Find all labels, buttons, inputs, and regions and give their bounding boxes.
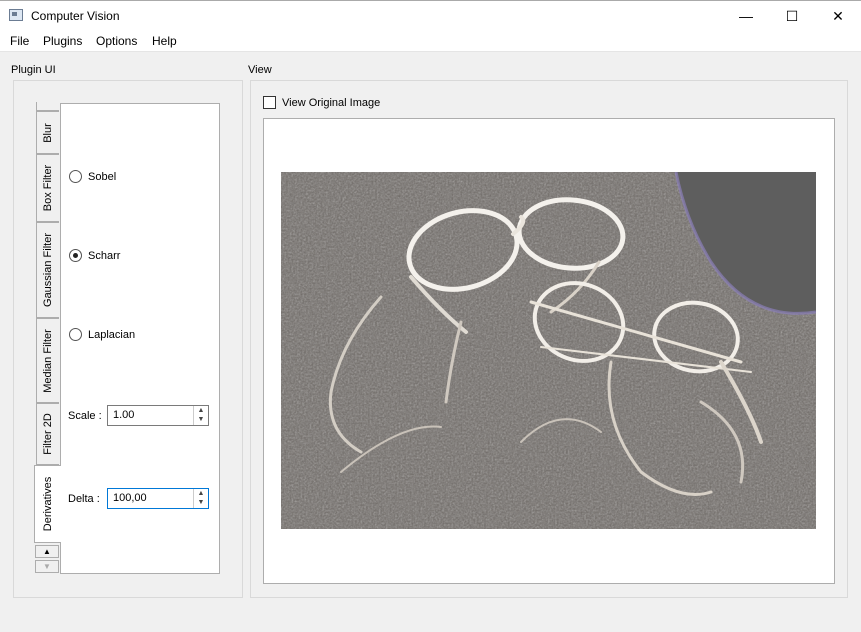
view-original-checkbox[interactable] [263, 96, 276, 109]
close-button[interactable]: ✕ [815, 1, 861, 31]
minimize-icon: — [739, 8, 753, 24]
maximize-button[interactable]: ☐ [769, 1, 815, 31]
processed-image [281, 172, 816, 529]
menu-bar: File Plugins Options Help [0, 31, 861, 52]
laplacian-radio[interactable] [69, 328, 82, 341]
tab-scroll-down-button[interactable]: ▼ [35, 560, 59, 573]
delta-value: 100,00 [113, 492, 147, 504]
sobel-label: Sobel [88, 171, 117, 183]
arrow-up-icon[interactable]: ▲ [194, 489, 208, 498]
plugin-ui-label: Plugin UI [11, 64, 56, 76]
laplacian-label: Laplacian [88, 329, 136, 341]
title-bar: Computer Vision — ☐ ✕ [0, 0, 861, 31]
app-icon [9, 9, 23, 21]
scharr-radio[interactable] [69, 249, 82, 262]
arrow-up-icon: ▲ [43, 547, 51, 556]
window-title: Computer Vision [31, 9, 120, 23]
delta-label: Delta : [68, 493, 100, 505]
close-icon: ✕ [832, 7, 844, 24]
scale-value: 1.00 [113, 409, 135, 421]
delta-stepper[interactable]: ▲ ▼ [193, 489, 208, 508]
tab-box-filter[interactable]: Box Filter [36, 154, 59, 222]
menu-plugins[interactable]: Plugins [43, 34, 82, 48]
tab-blur[interactable]: Blur [36, 111, 59, 154]
tab-filter-2d[interactable]: Filter 2D [36, 403, 59, 465]
view-original-label[interactable]: View Original Image [282, 97, 380, 109]
sobel-radio[interactable] [69, 170, 82, 183]
scale-stepper[interactable]: ▲ ▼ [193, 406, 208, 425]
tab-median-filter[interactable]: Median Filter [36, 318, 59, 403]
embossed-glasses-image [281, 172, 816, 529]
minimize-button[interactable]: — [723, 1, 769, 31]
arrow-down-icon: ▼ [43, 562, 51, 571]
menu-file[interactable]: File [10, 34, 29, 48]
tab-scroll-partial [36, 102, 59, 111]
tab-derivatives[interactable]: Derivatives [34, 465, 61, 543]
menu-help[interactable]: Help [152, 34, 177, 48]
maximize-icon: ☐ [785, 7, 799, 24]
tab-scroll-up-button[interactable]: ▲ [35, 545, 59, 558]
scharr-label: Scharr [88, 250, 121, 262]
arrow-down-icon[interactable]: ▼ [194, 415, 208, 424]
view-label: View [248, 64, 272, 76]
scale-label: Scale : [68, 410, 102, 422]
delta-spinbox[interactable]: 100,00 ▲ ▼ [107, 488, 209, 509]
menu-options[interactable]: Options [96, 34, 137, 48]
arrow-up-icon[interactable]: ▲ [194, 406, 208, 415]
scale-spinbox[interactable]: 1.00 ▲ ▼ [107, 405, 209, 426]
arrow-down-icon[interactable]: ▼ [194, 498, 208, 507]
tab-gaussian-filter[interactable]: Gaussian Filter [36, 222, 59, 318]
